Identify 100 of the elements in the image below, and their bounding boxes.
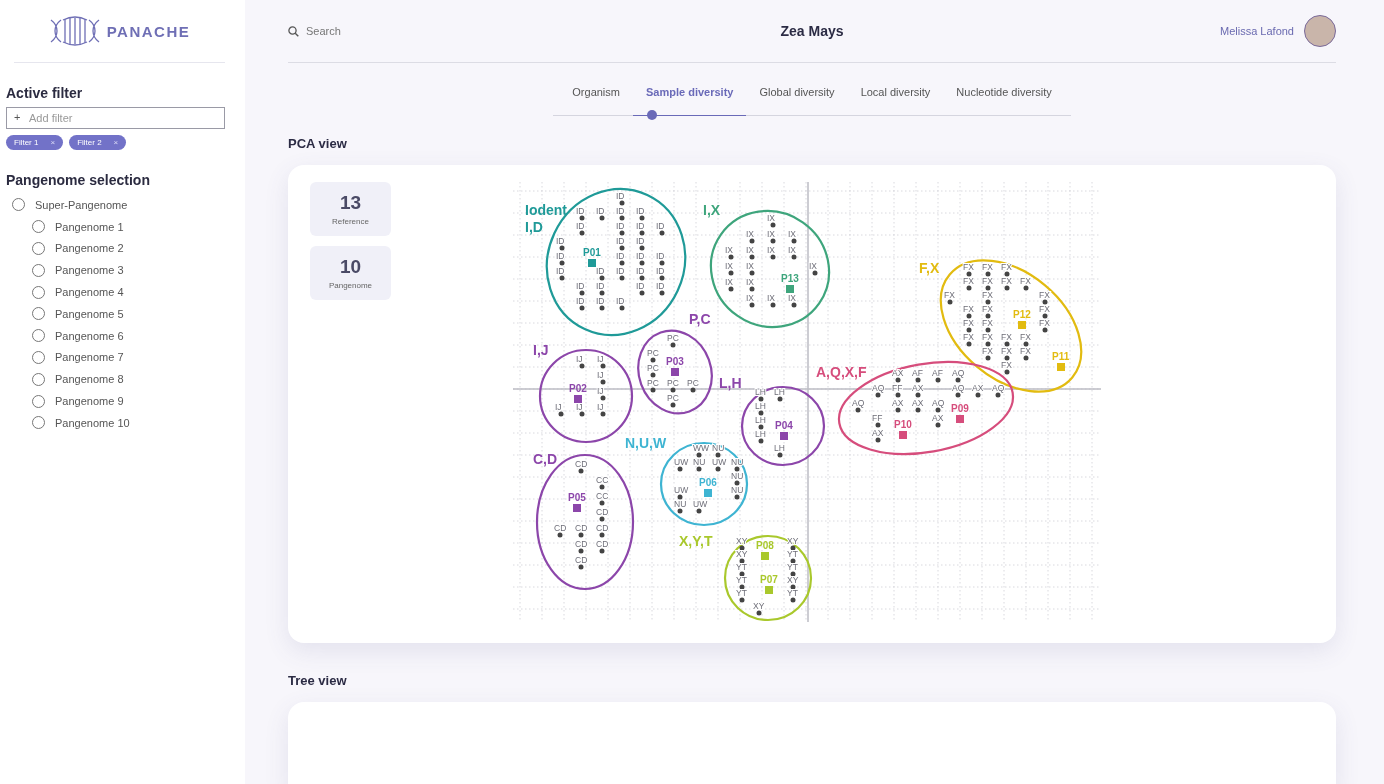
sample-point [715,466,721,472]
sample-point [1023,285,1029,291]
sample-point [670,402,676,408]
sample-point [758,396,764,402]
sample-point [1042,327,1048,333]
section-heading: Pangenome selection [6,172,151,188]
sample-point [1023,341,1029,347]
sample-label: FX [1001,346,1012,356]
sample-point [1004,369,1010,375]
dna-logo-icon [48,16,101,46]
sample-point [758,410,764,416]
sample-point [770,302,776,308]
sample-point [619,305,625,311]
sample-point [557,532,563,538]
sample-label: IX [725,245,734,255]
sample-point [578,564,584,570]
sample-point [579,411,585,417]
sample-label: FX [1001,360,1012,370]
sample-point [895,377,901,383]
sample-label: LH [774,387,785,397]
sample-label: AF [912,368,923,378]
sample-point [739,558,745,564]
sample-point [1004,285,1010,291]
tab[interactable]: Nucleotide diversity [943,77,1065,116]
sample-label: CD [575,459,588,469]
sample-label: NU [674,499,687,509]
sample-point [985,341,991,347]
sample-label: LH [755,401,766,411]
avatar[interactable] [1304,15,1336,47]
pangenome-label[interactable]: Pangenome 3 [55,264,124,277]
pangenome-label[interactable]: Pangenome 1 [55,220,124,233]
plus-icon: + [14,111,21,123]
sample-label: FX [963,262,974,272]
sample-point [579,215,585,221]
pangenome-label[interactable]: Pangenome 9 [55,395,124,408]
sample-label: CD [596,539,609,549]
sample-label: AX [892,398,904,408]
sample-point [639,290,645,296]
user-name[interactable]: Melissa Lafond [1220,25,1294,37]
sample-label: FX [963,304,974,314]
sample-point [985,271,991,277]
sample-label: IX [725,277,734,287]
sample-label: PC [687,378,699,388]
sample-point [670,387,676,393]
reference-marker [588,259,596,267]
sample-label: CD [575,523,588,533]
pangenome-label[interactable]: Pangenome 4 [55,286,124,299]
sample-point [985,285,991,291]
sample-label: ID [616,251,625,261]
page-title: Zea Mays [780,23,844,39]
sample-point [579,363,585,369]
sample-point [791,302,797,308]
sample-label: ID [636,251,645,261]
sample-label: IJ [576,354,583,364]
sample-label: YT [736,562,747,572]
tab[interactable]: Global diversity [746,77,848,116]
sample-point [619,275,625,281]
pangenome-label[interactable]: Super-Pangenome [35,198,128,211]
stat-value: 10 [339,256,362,278]
reference-label: P05 [568,492,586,503]
cluster-label: P,C [689,311,711,327]
sample-point [677,466,683,472]
filter-chip[interactable]: Filter 2 × [69,135,127,150]
sample-label: IJ [597,370,604,380]
pangenome-label[interactable]: Pangenome 7 [55,351,124,364]
filter-chip[interactable]: Filter 1 × [6,135,64,150]
sample-point [1042,299,1048,305]
sample-point [777,396,783,402]
sample-point [650,372,656,378]
sample-point [875,437,881,443]
search-field[interactable]: Search [288,25,781,37]
sample-label: AQ [952,368,965,378]
sample-label: IX [788,293,797,303]
reference-label: P03 [666,356,684,367]
sample-label: PC [647,378,659,388]
pangenome-label[interactable]: Pangenome 5 [55,307,124,320]
sample-point [749,254,755,260]
sample-label: ID [596,281,605,291]
sample-label: FF [872,413,883,423]
sample-point [947,299,953,305]
sample-label: UW [674,457,689,467]
pangenome-label[interactable]: Pangenome 10 [55,416,130,429]
tab[interactable]: Local diversity [847,77,944,116]
sample-point [600,363,606,369]
sample-label: IJ [597,354,604,364]
pangenome-label[interactable]: Pangenome 2 [55,242,124,255]
tab[interactable]: Organism [559,77,633,116]
sample-label: AF [932,368,943,378]
sample-label: IX [725,261,734,271]
sample-label: IX [746,277,755,287]
pangenome-label[interactable]: Pangenome 8 [55,373,124,386]
sample-label: YT [787,588,798,598]
sample-point [619,260,625,266]
sample-label: AQ [852,398,865,408]
sample-point [758,424,764,430]
pangenome-label[interactable]: Pangenome 6 [55,329,124,342]
sample-point [770,254,776,260]
sample-label: FX [963,332,974,342]
sample-point [599,290,605,296]
sample-label: ID [576,296,585,306]
